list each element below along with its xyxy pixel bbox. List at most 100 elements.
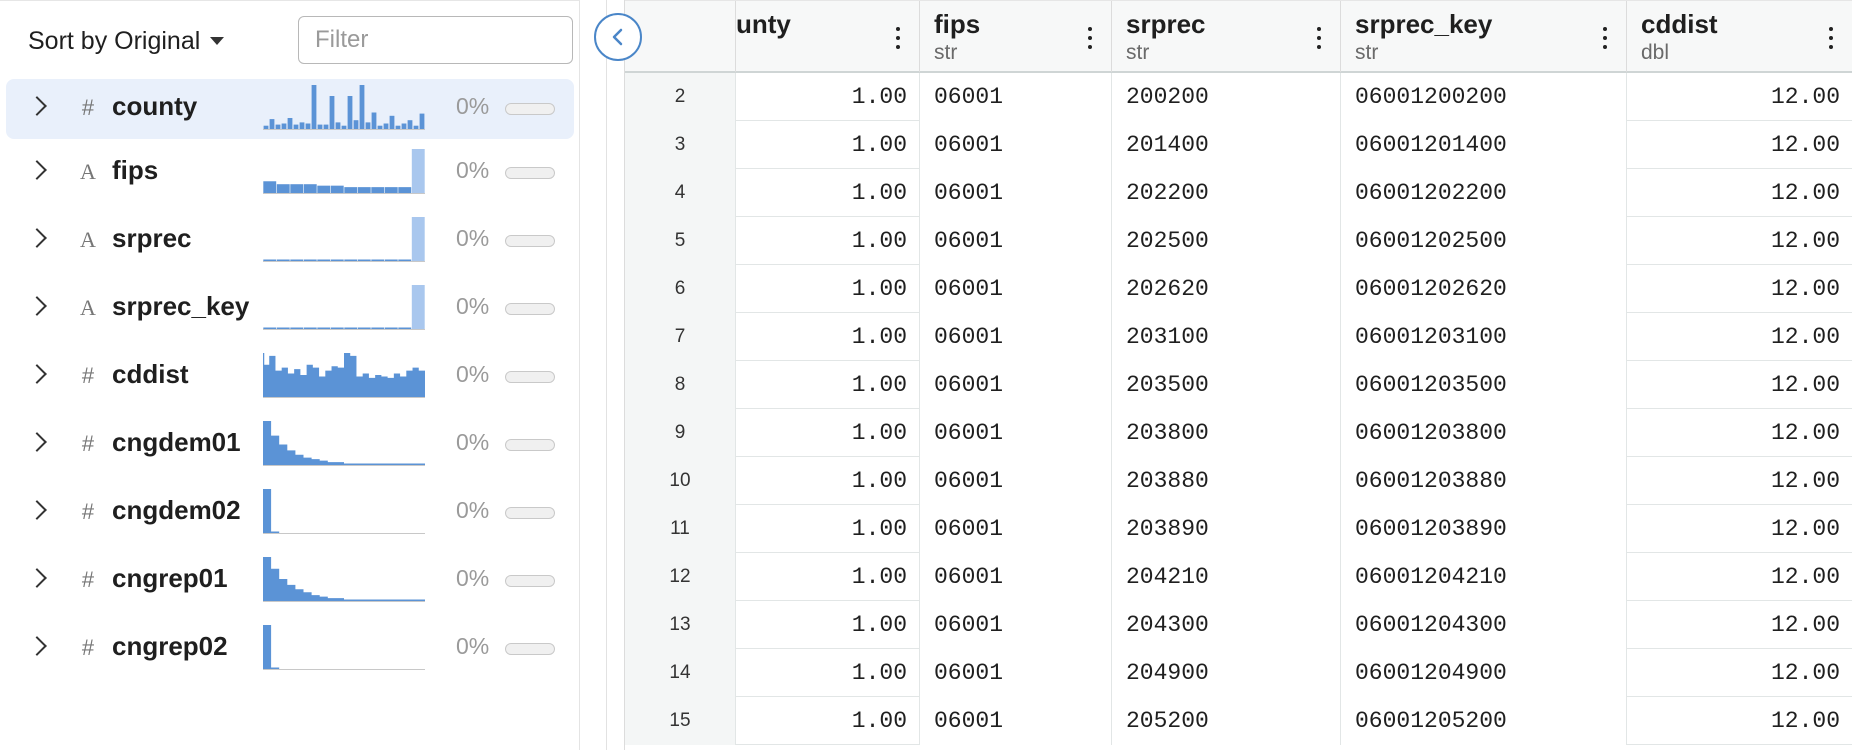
chevron-right-icon[interactable] bbox=[27, 636, 47, 656]
table-cell[interactable]: 06001203800 bbox=[1341, 409, 1627, 457]
table-cell[interactable]: 203890 bbox=[1112, 505, 1341, 553]
chevron-right-icon[interactable] bbox=[27, 432, 47, 452]
table-cell[interactable]: 06001205200 bbox=[1341, 697, 1627, 745]
chevron-right-icon[interactable] bbox=[27, 364, 47, 384]
chevron-right-icon[interactable] bbox=[27, 568, 47, 588]
row-index-cell[interactable]: 10 bbox=[625, 457, 736, 505]
row-index-cell[interactable]: 12 bbox=[625, 553, 736, 601]
summary-row-county[interactable]: # county 0% bbox=[6, 79, 574, 139]
column-header-srprec[interactable]: srprec str bbox=[1112, 1, 1341, 72]
row-index-cell[interactable]: 7 bbox=[625, 313, 736, 361]
table-cell[interactable]: 06001203100 bbox=[1341, 313, 1627, 361]
table-cell[interactable]: 202200 bbox=[1112, 169, 1341, 217]
row-index-cell[interactable]: 13 bbox=[625, 601, 736, 649]
table-cell[interactable]: 1.00 bbox=[736, 409, 920, 457]
table-row[interactable]: 9 1.00 06001 203800 06001203800 12.00 bbox=[625, 409, 1852, 457]
table-cell[interactable]: 1.00 bbox=[736, 457, 920, 505]
collapse-panel-button[interactable] bbox=[594, 13, 642, 61]
table-cell[interactable]: 203100 bbox=[1112, 313, 1341, 361]
table-cell[interactable]: 201400 bbox=[1112, 121, 1341, 169]
chevron-right-icon[interactable] bbox=[27, 500, 47, 520]
table-cell[interactable]: 12.00 bbox=[1627, 169, 1852, 217]
table-row[interactable]: 13 1.00 06001 204300 06001204300 12.00 bbox=[625, 601, 1852, 649]
table-cell[interactable]: 1.00 bbox=[736, 601, 920, 649]
table-cell[interactable]: 1.00 bbox=[736, 217, 920, 265]
table-cell[interactable]: 1.00 bbox=[736, 553, 920, 601]
table-cell[interactable]: 12.00 bbox=[1627, 505, 1852, 553]
column-header-srprec_key[interactable]: srprec_key str bbox=[1341, 1, 1627, 72]
table-cell[interactable]: 1.00 bbox=[736, 697, 920, 745]
table-cell[interactable]: 12.00 bbox=[1627, 649, 1852, 697]
summary-row-cddist[interactable]: # cddist 0% bbox=[0, 343, 580, 411]
table-cell[interactable]: 06001 bbox=[920, 457, 1112, 505]
table-cell[interactable]: 1.00 bbox=[736, 313, 920, 361]
table-cell[interactable]: 12.00 bbox=[1627, 601, 1852, 649]
table-cell[interactable]: 1.00 bbox=[736, 121, 920, 169]
column-header-cddist[interactable]: cddist dbl bbox=[1627, 1, 1852, 72]
summary-row-fips[interactable]: Afips 0% bbox=[0, 139, 580, 207]
table-row[interactable]: 5 1.00 06001 202500 06001202500 12.00 bbox=[625, 217, 1852, 265]
panel-splitter[interactable] bbox=[580, 0, 606, 750]
table-cell[interactable]: 200200 bbox=[1112, 73, 1341, 121]
table-cell[interactable]: 06001 bbox=[920, 697, 1112, 745]
row-index-cell[interactable]: 2 bbox=[625, 73, 736, 121]
table-cell[interactable]: 12.00 bbox=[1627, 265, 1852, 313]
summary-row-srprec[interactable]: Asrprec 0% bbox=[0, 207, 580, 275]
table-cell[interactable]: 06001 bbox=[920, 409, 1112, 457]
column-menu-icon[interactable] bbox=[1316, 27, 1322, 49]
table-cell[interactable]: 06001203880 bbox=[1341, 457, 1627, 505]
chevron-right-icon[interactable] bbox=[27, 228, 47, 248]
table-cell[interactable]: 06001203890 bbox=[1341, 505, 1627, 553]
summary-row-cngrep01[interactable]: # cngrep01 0% bbox=[0, 547, 580, 615]
table-cell[interactable]: 12.00 bbox=[1627, 313, 1852, 361]
row-index-cell[interactable]: 15 bbox=[625, 697, 736, 745]
row-index-cell[interactable]: 3 bbox=[625, 121, 736, 169]
column-menu-icon[interactable] bbox=[895, 27, 901, 49]
table-cell[interactable]: 205200 bbox=[1112, 697, 1341, 745]
table-cell[interactable]: 12.00 bbox=[1627, 697, 1852, 745]
row-index-cell[interactable]: 5 bbox=[625, 217, 736, 265]
table-cell[interactable]: 12.00 bbox=[1627, 121, 1852, 169]
table-cell[interactable]: 06001 bbox=[920, 121, 1112, 169]
table-cell[interactable]: 1.00 bbox=[736, 649, 920, 697]
table-row[interactable]: 12 1.00 06001 204210 06001204210 12.00 bbox=[625, 553, 1852, 601]
table-row[interactable]: 8 1.00 06001 203500 06001203500 12.00 bbox=[625, 361, 1852, 409]
table-cell[interactable]: 203880 bbox=[1112, 457, 1341, 505]
row-index-cell[interactable]: 8 bbox=[625, 361, 736, 409]
table-cell[interactable]: 06001203500 bbox=[1341, 361, 1627, 409]
table-cell[interactable]: 06001 bbox=[920, 169, 1112, 217]
table-cell[interactable]: 12.00 bbox=[1627, 457, 1852, 505]
table-cell[interactable]: 06001202200 bbox=[1341, 169, 1627, 217]
table-cell[interactable]: 1.00 bbox=[736, 505, 920, 553]
table-row[interactable]: 7 1.00 06001 203100 06001203100 12.00 bbox=[625, 313, 1852, 361]
table-cell[interactable]: 1.00 bbox=[736, 73, 920, 121]
table-cell[interactable]: 06001 bbox=[920, 649, 1112, 697]
table-cell[interactable]: 204900 bbox=[1112, 649, 1341, 697]
table-cell[interactable]: 12.00 bbox=[1627, 217, 1852, 265]
summary-row-cngdem01[interactable]: # cngdem01 0% bbox=[0, 411, 580, 479]
table-cell[interactable]: 06001 bbox=[920, 313, 1112, 361]
table-row[interactable]: 11 1.00 06001 203890 06001203890 12.00 bbox=[625, 505, 1852, 553]
table-cell[interactable]: 1.00 bbox=[736, 265, 920, 313]
chevron-right-icon[interactable] bbox=[27, 96, 47, 116]
table-cell[interactable]: 06001 bbox=[920, 361, 1112, 409]
column-menu-icon[interactable] bbox=[1828, 27, 1834, 49]
table-cell[interactable]: 204300 bbox=[1112, 601, 1341, 649]
row-index-cell[interactable]: 14 bbox=[625, 649, 736, 697]
column-menu-icon[interactable] bbox=[1602, 27, 1608, 49]
table-cell[interactable]: 06001204300 bbox=[1341, 601, 1627, 649]
table-cell[interactable]: 204210 bbox=[1112, 553, 1341, 601]
summary-row-cngrep02[interactable]: # cngrep02 0% bbox=[0, 615, 580, 683]
summary-row-srprec_key[interactable]: Asrprec_key 0% bbox=[0, 275, 580, 343]
table-row[interactable]: 10 1.00 06001 203880 06001203880 12.00 bbox=[625, 457, 1852, 505]
chevron-right-icon[interactable] bbox=[27, 296, 47, 316]
table-cell[interactable]: 06001204210 bbox=[1341, 553, 1627, 601]
column-header-fips[interactable]: fips str bbox=[920, 1, 1112, 72]
table-cell[interactable]: 12.00 bbox=[1627, 361, 1852, 409]
row-index-cell[interactable]: 11 bbox=[625, 505, 736, 553]
table-row[interactable]: 6 1.00 06001 202620 06001202620 12.00 bbox=[625, 265, 1852, 313]
table-cell[interactable]: 12.00 bbox=[1627, 553, 1852, 601]
table-cell[interactable]: 06001202500 bbox=[1341, 217, 1627, 265]
table-cell[interactable]: 203500 bbox=[1112, 361, 1341, 409]
table-cell[interactable]: 1.00 bbox=[736, 361, 920, 409]
